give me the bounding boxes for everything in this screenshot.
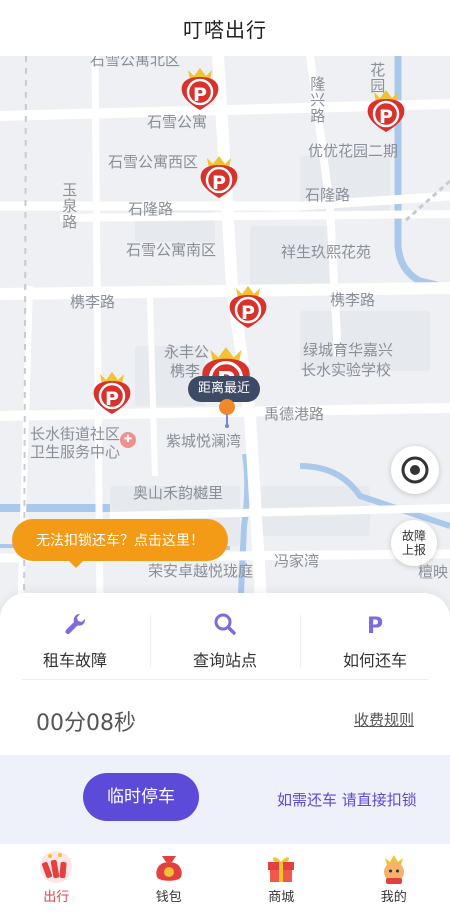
parking-pin[interactable]: P bbox=[224, 282, 272, 330]
map-label-clinic-line1: 长水街道社区 bbox=[30, 425, 121, 443]
map-label-rongan: 荣安卓越悦珑庭 bbox=[148, 562, 254, 580]
wrench-icon bbox=[65, 613, 86, 634]
report-line1: 故障 bbox=[401, 528, 426, 543]
map-label-zicheng: 紫城悦澜湾 bbox=[166, 432, 242, 450]
parking-pin[interactable]: P bbox=[195, 152, 243, 200]
parking-pin-label: P bbox=[193, 84, 207, 106]
current-location-pin-icon bbox=[219, 399, 235, 428]
header: 叮嗒出行 bbox=[0, 0, 450, 56]
app-root: 叮嗒出行 石雪公寓北区 石雪公寓 石雪公寓西区 石隆路 石隆路 隆兴路 花园 优… bbox=[0, 0, 450, 913]
tab-travel-label: 出行 bbox=[43, 890, 70, 905]
map-label-lvcheng: 绿城育华嘉兴 bbox=[303, 341, 394, 359]
action-row: 租车故障 查询站点 P 如何还车 bbox=[0, 607, 450, 673]
lucky-bag-icon bbox=[156, 856, 182, 881]
locate-target-icon bbox=[401, 456, 429, 484]
map-label-shilong-road-left: 石隆路 bbox=[128, 200, 174, 218]
report-line2: 上报 bbox=[401, 543, 426, 557]
map-view[interactable]: 石雪公寓北区 石雪公寓 石雪公寓西区 石隆路 石隆路 隆兴路 花园 优优花园二期… bbox=[0, 56, 450, 616]
search-icon bbox=[214, 613, 236, 635]
map-label-xieli-road-right: 槜李路 bbox=[330, 291, 376, 309]
map-label-tanying: 檀映 bbox=[418, 563, 449, 581]
query-station-label: 查询站点 bbox=[192, 651, 257, 670]
tab-bar: 出行 钱包 商城 我的 bbox=[0, 843, 450, 913]
rental-fault-action[interactable]: 租车故障 bbox=[0, 607, 150, 673]
mascot-avatar-icon bbox=[383, 855, 404, 884]
map-label-yuquan-road: 玉泉路 bbox=[60, 182, 79, 230]
how-to-return-label: 如何还车 bbox=[342, 651, 407, 670]
page-title: 叮嗒出行 bbox=[183, 17, 267, 42]
tab-travel[interactable]: 出行 bbox=[0, 844, 113, 913]
report-fault-button[interactable]: 故障 上报 bbox=[391, 520, 437, 566]
map-label-shixue-south: 石雪公寓南区 bbox=[126, 241, 217, 259]
return-hint: 如需还车 请直接扣锁 bbox=[277, 791, 417, 809]
ride-timer: 00分08秒 bbox=[36, 711, 136, 736]
fee-rules-link[interactable]: 收费规则 bbox=[354, 709, 414, 730]
map-label-shixue-west: 石雪公寓西区 bbox=[108, 153, 199, 171]
tab-wallet[interactable]: 钱包 bbox=[113, 844, 226, 913]
map-label-shilong-road-right: 石隆路 bbox=[305, 186, 351, 204]
parking-p-icon: P bbox=[367, 614, 383, 637]
map-label-xieli-road-left: 槜李路 bbox=[70, 293, 116, 311]
locate-button[interactable] bbox=[391, 446, 439, 494]
park-strip: 临时停车 如需还车 请直接扣锁 bbox=[0, 755, 450, 843]
parking-pin[interactable]: P bbox=[176, 64, 224, 112]
bubble-tail bbox=[68, 560, 84, 568]
hospital-icon: ✚ bbox=[120, 432, 136, 448]
map-label-xiangsheng: 祥生玖熙花苑 bbox=[281, 243, 372, 261]
bottom-panel: 租车故障 查询站点 P 如何还车 00分08秒 收费规则 临时停车 如需还车 请… bbox=[0, 593, 450, 843]
map-label-longxing-road: 隆兴路 bbox=[308, 76, 327, 124]
tab-wallet-label: 钱包 bbox=[155, 890, 182, 905]
cannot-lock-help-bubble[interactable]: 无法扣锁还车？点击这里！ bbox=[12, 519, 228, 561]
parking-pin-label: P bbox=[379, 106, 393, 128]
map-label-shixue: 石雪公寓 bbox=[147, 113, 208, 131]
map-label-yude-road: 禹德港路 bbox=[264, 405, 325, 423]
tab-mall[interactable]: 商城 bbox=[225, 844, 338, 913]
map-label-aoshan: 奥山禾韵樾里 bbox=[133, 484, 224, 502]
svg-text:P: P bbox=[367, 614, 383, 637]
map-label-fengjia: 冯家湾 bbox=[274, 552, 320, 570]
map-label-youyou: 优优花园二期 bbox=[308, 142, 399, 160]
map-label-changshui-school: 长水实验学校 bbox=[301, 361, 392, 379]
parking-pin-label: P bbox=[105, 388, 119, 410]
tab-mine[interactable]: 我的 bbox=[338, 844, 450, 913]
gift-box-icon bbox=[268, 857, 295, 882]
temp-park-button[interactable]: 临时停车 bbox=[83, 773, 199, 821]
parking-pin-label: P bbox=[212, 172, 226, 194]
map-label-shixue-north: 石雪公寓北区 bbox=[90, 56, 181, 69]
how-to-return-action[interactable]: P 如何还车 bbox=[300, 607, 450, 673]
query-station-action[interactable]: 查询站点 bbox=[150, 607, 300, 673]
panel-divider bbox=[22, 679, 428, 680]
firecracker-icon bbox=[40, 851, 73, 883]
parking-pin-label: P bbox=[241, 302, 255, 324]
parking-pin[interactable]: P bbox=[88, 368, 136, 416]
tab-mall-label: 商城 bbox=[268, 890, 295, 905]
parking-pin[interactable]: P bbox=[362, 86, 410, 134]
tab-mine-label: 我的 bbox=[380, 890, 407, 905]
rental-fault-label: 租车故障 bbox=[42, 651, 107, 670]
map-label-clinic-line2: 卫生服务中心 bbox=[30, 443, 121, 461]
